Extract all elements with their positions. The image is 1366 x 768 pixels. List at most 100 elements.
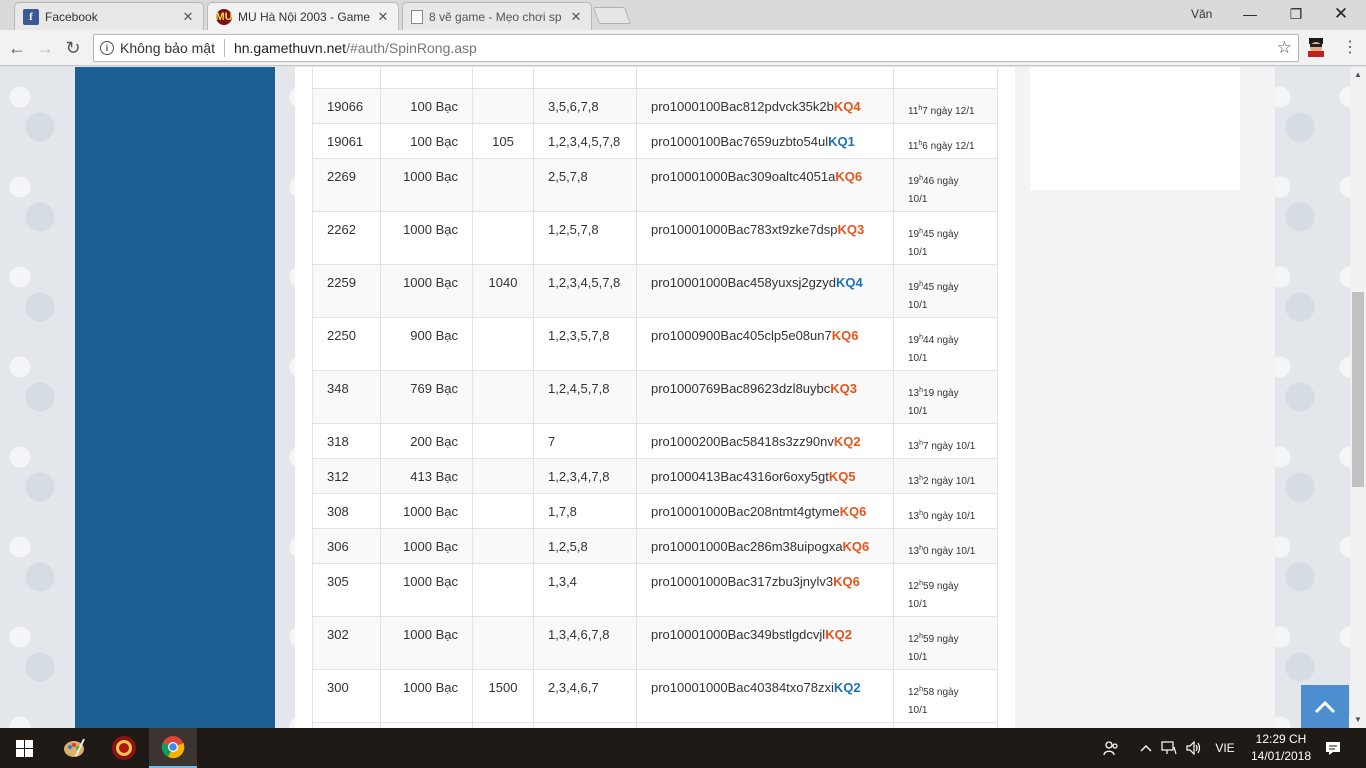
row-id: 302 xyxy=(312,616,381,670)
tab-title: 8 vẽ game - Mẹo chơi sp xyxy=(429,9,562,24)
scroll-up-arrow-icon[interactable]: ▲ xyxy=(1350,67,1366,83)
people-icon[interactable] xyxy=(1098,728,1124,768)
row-code-cell: pro1000900Bac405clp5e08un7KQ6 xyxy=(636,317,894,371)
row-result-link[interactable]: KQ6 xyxy=(832,328,859,343)
row-extra xyxy=(472,563,534,617)
row-time-hour: 13 xyxy=(908,476,920,487)
omnibox-divider xyxy=(223,39,225,57)
row-id: 305 xyxy=(312,563,381,617)
row-time-hour: 12 xyxy=(908,581,920,592)
extension-avatar-icon[interactable] xyxy=(1306,36,1326,58)
row-code-cell: pro1000769Bac89623dzl8uybcKQ3 xyxy=(636,370,894,424)
row-result-link[interactable]: KQ6 xyxy=(840,504,867,519)
row-time-rest: 7 ngày 10/1 xyxy=(923,441,976,452)
row-time-hour: 12 xyxy=(908,687,920,698)
row-id: 348 xyxy=(312,370,381,424)
scrollbar-thumb[interactable] xyxy=(1352,292,1364,487)
row-time-cell: 12h58 ngày 10/1 xyxy=(893,669,998,723)
row-time-rest: 45 ngày xyxy=(923,282,959,293)
back-arrow-icon[interactable]: ← xyxy=(4,35,30,61)
tab-facebook[interactable]: f Facebook ✕ xyxy=(14,2,204,30)
restore-icon[interactable]: ❐ xyxy=(1273,0,1319,28)
row-amount: 1000 Bạc xyxy=(380,264,473,318)
row-result-link[interactable]: KQ3 xyxy=(837,222,864,237)
row-result-link[interactable]: KQ3 xyxy=(830,381,857,396)
network-icon[interactable] xyxy=(1158,728,1180,768)
row-id: 312 xyxy=(312,458,381,494)
browser-tab-strip: f Facebook ✕ MU MU Hà Nội 2003 - Game ✕ … xyxy=(0,0,1366,31)
row-code-cell: pro1000100Bac7659uzbto54ulKQ1 xyxy=(636,123,894,159)
row-time-rest: 58 ngày xyxy=(923,687,959,698)
row-result-link[interactable]: KQ2 xyxy=(825,627,852,642)
paint-app-icon[interactable] xyxy=(50,728,98,768)
row-amount: 769 Bạc xyxy=(380,370,473,424)
row-time-hour: 13 xyxy=(908,441,920,452)
address-bar[interactable]: i Không bảo mật hn.gamethuvn.net /#auth/… xyxy=(93,34,1299,62)
row-time-rest: 59 ngày xyxy=(923,634,959,645)
table-row: 302 1000 Bạc 1,3,4,6,7,8 pro10001000Bac349b… xyxy=(312,616,998,670)
language-indicator[interactable]: VIE xyxy=(1210,728,1240,768)
table-row: 312 413 Bạc 1,2,3,4,7,8 pro1000413Bac4316or… xyxy=(312,458,998,494)
row-code: pro1000413Bac4316or6oxy5gt xyxy=(651,469,829,484)
notifications-icon[interactable] xyxy=(1320,728,1346,768)
row-time-cell: 13h2 ngày 10/1 xyxy=(893,458,998,494)
row-result-link[interactable]: KQ4 xyxy=(834,99,861,114)
chevron-up-tray-icon[interactable] xyxy=(1136,728,1156,768)
row-code-cell: pro10001000Bac286m38uipogxaKQ6 xyxy=(636,528,894,564)
row-time-hour: 11 xyxy=(908,106,919,117)
row-amount: 1000 Bạc xyxy=(380,563,473,617)
forward-arrow-icon[interactable]: → xyxy=(32,35,58,61)
row-id: 306 xyxy=(312,528,381,564)
table-row: 308 1000 Bạc 1,7,8 pro10001000Bac208ntmt4gt… xyxy=(312,493,998,529)
close-icon[interactable]: ✕ xyxy=(376,9,390,25)
window-close-icon[interactable]: ✕ xyxy=(1318,0,1364,28)
row-time-hour: 19 xyxy=(908,335,920,346)
new-tab-button[interactable] xyxy=(592,7,632,24)
tab-document[interactable]: 8 vẽ game - Mẹo chơi sp ✕ xyxy=(402,2,592,30)
row-result-link[interactable]: KQ2 xyxy=(834,434,861,449)
row-time-rest: 19 ngày xyxy=(923,388,959,399)
reload-icon[interactable]: ↻ xyxy=(60,35,86,61)
row-result-link[interactable]: KQ6 xyxy=(835,169,862,184)
row-time-date: 10/1 xyxy=(908,247,928,258)
tab-mu-game[interactable]: MU MU Hà Nội 2003 - Game ✕ xyxy=(207,2,399,31)
row-time-date: 10/1 xyxy=(908,705,928,716)
chrome-menu-icon[interactable]: ⋮ xyxy=(1340,38,1360,58)
bookmark-star-icon[interactable]: ☆ xyxy=(1277,38,1292,58)
row-result-link[interactable]: KQ6 xyxy=(843,539,870,554)
table-row: 300 1000 Bạc 1500 2,3,4,6,7 pro10001000Bac40… xyxy=(312,669,998,723)
row-code-cell: pro1000200Bac58418s3zz90nvKQ2 xyxy=(636,423,894,459)
url-path[interactable]: /#auth/SpinRong.asp xyxy=(346,40,477,56)
row-extra: 1500 xyxy=(472,669,534,723)
row-numbers: 1,2,3,4,5,7,8 xyxy=(533,123,637,159)
row-time-rest: 0 ngày 10/1 xyxy=(923,546,976,557)
clock[interactable]: 12:29 CH 14/01/2018 xyxy=(1246,731,1316,765)
minimize-icon[interactable]: — xyxy=(1227,0,1273,28)
clock-time: 12:29 CH xyxy=(1255,732,1307,746)
row-result-link[interactable]: KQ5 xyxy=(829,469,856,484)
profile-name[interactable]: Văn xyxy=(1191,7,1212,21)
row-result-link[interactable]: KQ2 xyxy=(834,680,861,695)
security-label[interactable]: Không bảo mật xyxy=(120,40,215,56)
close-icon[interactable]: ✕ xyxy=(181,9,195,25)
page-scrollbar[interactable]: ▲ ▼ xyxy=(1350,67,1366,728)
close-icon[interactable]: ✕ xyxy=(569,9,583,25)
row-code-cell: pro10001000Bac208ntmt4gtymeKQ6 xyxy=(636,493,894,529)
row-id: 19061 xyxy=(312,123,381,159)
row-amount: 1000 Bạc xyxy=(380,528,473,564)
volume-icon[interactable] xyxy=(1182,728,1206,768)
chrome-app-icon[interactable] xyxy=(149,728,197,768)
row-result-link[interactable]: KQ4 xyxy=(836,275,863,290)
mu-game-app-icon[interactable] xyxy=(100,728,148,768)
row-result-link[interactable]: KQ1 xyxy=(828,134,855,149)
row-time-rest: 46 ngày xyxy=(923,176,959,187)
scroll-down-arrow-icon[interactable]: ▼ xyxy=(1350,712,1366,728)
url-host[interactable]: hn.gamethuvn.net xyxy=(234,40,346,56)
row-time-cell: 13h19 ngày 10/1 xyxy=(893,370,998,424)
info-icon[interactable]: i xyxy=(100,41,114,55)
windows-start-icon[interactable] xyxy=(0,728,48,768)
row-code: pro10001000Bac208ntmt4gtyme xyxy=(651,504,840,519)
scroll-to-top-button[interactable] xyxy=(1301,685,1349,728)
row-time-cell: 13h0 ngày 10/1 xyxy=(893,528,998,564)
row-result-link[interactable]: KQ6 xyxy=(833,574,860,589)
